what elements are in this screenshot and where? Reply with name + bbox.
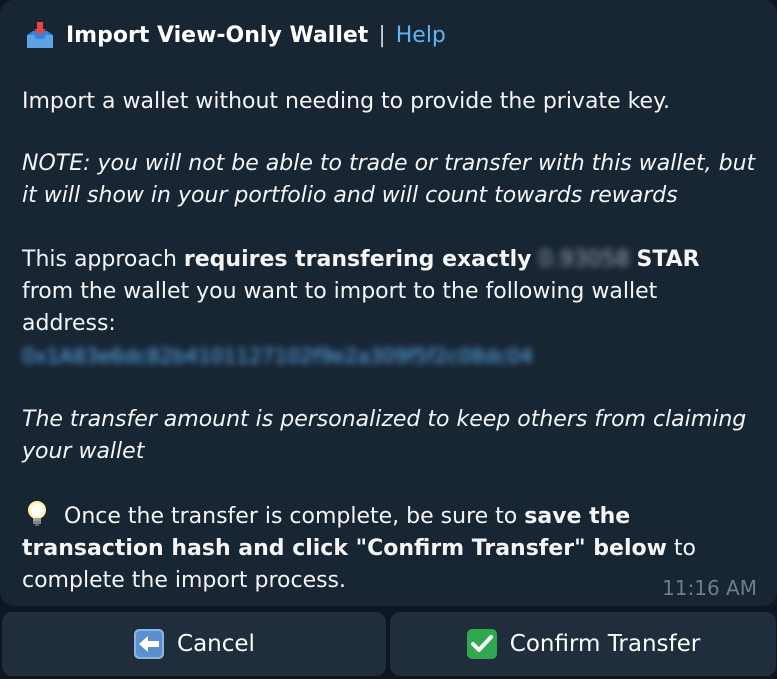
personalized-note: The transfer amount is personalized to k…: [22, 407, 747, 464]
inline-keyboard: Cancel Confirm Transfer: [0, 612, 777, 679]
final-prefix: Once the transfer is complete, be sure t…: [64, 504, 525, 529]
cancel-label: Cancel: [177, 631, 255, 657]
intro-text: Import a wallet without needing to provi…: [22, 89, 670, 114]
confirm-transfer-button[interactable]: Confirm Transfer: [390, 612, 776, 676]
final-instructions: Once the transfer is complete, be sure t…: [22, 500, 757, 597]
wallet-title: Import View-Only Wallet: [66, 23, 369, 48]
note-text: NOTE: you will not be able to trade or t…: [22, 151, 756, 208]
approach-suffix: from the wallet you want to import to th…: [22, 279, 658, 336]
confirm-label: Confirm Transfer: [509, 631, 701, 657]
approach-bold: requires transfering exactly: [183, 247, 532, 272]
address-line: 0x1A83e6dc82b4101127102f9e2a309f5f2c08dc…: [22, 340, 757, 373]
currency-label: STAR: [636, 247, 700, 272]
wallet-address[interactable]: 0x1A83e6dc82b4101127102f9e2a309f5f2c08dc…: [22, 344, 533, 368]
left-arrow-icon: [134, 629, 165, 659]
transfer-amount: 0.93058: [538, 247, 630, 272]
help-link[interactable]: Help: [396, 20, 446, 52]
approach-prefix: This approach: [22, 247, 184, 272]
check-mark-icon: [466, 629, 497, 659]
transfer-instructions: This approach requires transfering exact…: [22, 244, 757, 340]
message-timestamp: 11:16 AM: [662, 576, 757, 600]
message-bubble: Import View-Only Wallet | Help Import a …: [0, 0, 777, 606]
title-separator: |: [378, 23, 386, 48]
inbox-tray-icon: [27, 22, 53, 48]
light-bulb-icon: [28, 501, 46, 526]
message-header: Import View-Only Wallet | Help: [24, 20, 446, 52]
cancel-button[interactable]: Cancel: [2, 612, 386, 676]
